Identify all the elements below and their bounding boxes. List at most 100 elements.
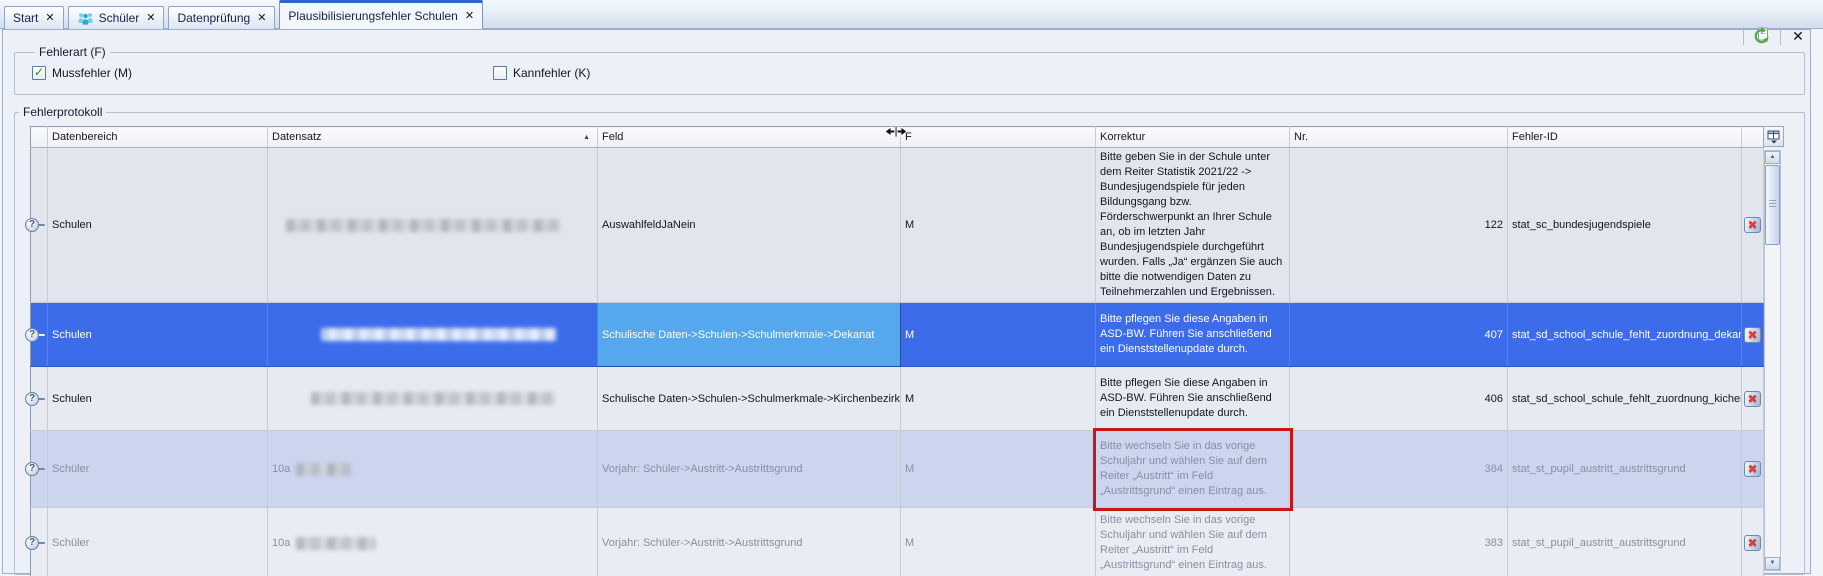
row-selector-button[interactable]: ? [33, 334, 45, 336]
cell-nr[interactable]: 407 [1290, 303, 1508, 367]
cell-fehlerart[interactable]: M [901, 148, 1096, 303]
delete-row-button[interactable]: ✖ [1744, 391, 1761, 407]
header-fehler-id[interactable]: Fehler-ID [1508, 127, 1742, 148]
row-selector[interactable]: ? [31, 367, 48, 431]
close-view-button[interactable]: ✕ [1785, 25, 1811, 47]
cell-fehler-id[interactable]: stat_sd_school_schule_fehlt_zuordnung_ki… [1508, 367, 1742, 431]
delete-cell[interactable]: ✖ [1742, 303, 1764, 367]
delete-cell[interactable]: ✖ [1742, 431, 1764, 508]
delete-row-button[interactable]: ✖ [1744, 327, 1761, 343]
cell-datensatz[interactable]: 10a [268, 431, 598, 508]
delete-cell[interactable]: ✖ [1742, 367, 1764, 431]
cell-korrektur[interactable]: Bitte wechseln Sie in das vorige Schulja… [1096, 508, 1290, 576]
checkbox-kannfehler: ✓ Kannfehler (K) [493, 66, 590, 80]
tab-label: Schüler [99, 11, 140, 25]
row-selector-button[interactable]: ? [33, 224, 45, 226]
row-selector-button[interactable]: ? [33, 468, 45, 470]
redacted-text [286, 219, 561, 232]
cell-datensatz[interactable] [268, 367, 598, 431]
cell-nr[interactable]: 384 [1290, 431, 1508, 508]
tab-close-icon[interactable]: ✕ [465, 11, 474, 22]
checkbox-label[interactable]: Kannfehler (K) [513, 66, 590, 80]
mussfehler-checkbox[interactable]: ✓ [32, 66, 46, 80]
refresh-icon [1752, 26, 1772, 46]
refresh-button[interactable] [1749, 25, 1775, 47]
cell-nr[interactable]: 406 [1290, 367, 1508, 431]
row-selector-button[interactable]: ? [33, 398, 45, 400]
scroll-down-button[interactable]: ▼ [1765, 557, 1780, 570]
cell-datenbereich[interactable]: Schulen [48, 148, 268, 303]
column-chooser-button[interactable] [1763, 126, 1784, 147]
redacted-text [311, 392, 556, 405]
application-window: Start ✕ Schüler ✕ Datenprüfung ✕ Plausib… [0, 0, 1823, 576]
cell-fehler-id[interactable]: stat_st_pupil_austritt_austrittsgrund [1508, 508, 1742, 576]
cell-nr[interactable]: 383 [1290, 508, 1508, 576]
header-f[interactable]: F [901, 127, 1096, 148]
tab-close-icon[interactable]: ✕ [257, 13, 266, 24]
cell-feld[interactable]: Vorjahr: Schüler->Austritt->Austrittsgru… [598, 431, 901, 508]
delete-icon: ✖ [1747, 218, 1757, 232]
kannfehler-checkbox[interactable]: ✓ [493, 66, 507, 80]
row-selector-button[interactable]: ? [33, 542, 45, 544]
cell-fehler-id[interactable]: stat_sc_bundesjugendspiele [1508, 148, 1742, 303]
cell-datenbereich[interactable]: Schulen [48, 303, 268, 367]
tab-label: Start [13, 11, 38, 25]
cell-datensatz[interactable]: 10a [268, 508, 598, 576]
delete-row-button[interactable]: ✖ [1744, 535, 1761, 551]
redacted-text [296, 463, 351, 476]
cell-datenbereich[interactable]: Schüler [48, 508, 268, 576]
cell-korrektur[interactable]: Bitte geben Sie in der Schule unter dem … [1096, 148, 1290, 303]
header-feld[interactable]: Feld [598, 127, 901, 148]
header-gutter [31, 127, 48, 148]
cell-fehlerart[interactable]: M [901, 431, 1096, 508]
delete-cell[interactable]: ✖ [1742, 508, 1764, 576]
row-selector[interactable]: ? [31, 431, 48, 508]
row-selector[interactable]: ? [31, 303, 48, 367]
cell-korrektur[interactable]: Bitte pflegen Sie diese Angaben in ASD-B… [1096, 303, 1290, 367]
cell-korrektur-annotated[interactable]: Bitte wechseln Sie in das vorige Schulja… [1096, 431, 1290, 508]
tab-start[interactable]: Start ✕ [4, 6, 64, 29]
delete-row-button[interactable]: ✖ [1744, 461, 1761, 477]
help-icon: ? [25, 328, 39, 342]
redacted-text [321, 328, 556, 341]
tab-schueler[interactable]: Schüler ✕ [68, 6, 165, 29]
tab-close-icon[interactable]: ✕ [45, 13, 54, 24]
header-nr[interactable]: Nr. [1290, 127, 1508, 148]
delete-cell[interactable]: ✖ [1742, 148, 1764, 303]
cell-feld-focused[interactable]: Schulische Daten->Schulen->Schulmerkmale… [598, 303, 901, 367]
cell-feld[interactable]: Schulische Daten->Schulen->Schulmerkmale… [598, 367, 901, 431]
cell-fehlerart[interactable]: M [901, 508, 1096, 576]
scrollbar-thumb[interactable] [1765, 165, 1780, 245]
cell-fehler-id[interactable]: stat_sd_school_schule_fehlt_zuordnung_de… [1508, 303, 1742, 367]
delete-row-button[interactable]: ✖ [1744, 217, 1761, 233]
header-korrektur[interactable]: Korrektur [1096, 127, 1290, 148]
cell-datenbereich[interactable]: Schüler [48, 431, 268, 508]
header-datensatz[interactable]: Datensatz▲ [268, 127, 598, 148]
checkbox-label[interactable]: Mussfehler (M) [52, 66, 132, 80]
cell-korrektur[interactable]: Bitte pflegen Sie diese Angaben in ASD-B… [1096, 367, 1290, 431]
tab-datenpruefung[interactable]: Datenprüfung ✕ [168, 6, 275, 29]
sort-ascending-icon: ▲ [583, 134, 590, 141]
row-selector[interactable]: ? [31, 148, 48, 303]
cell-feld[interactable]: Vorjahr: Schüler->Austritt->Austrittsgru… [598, 508, 901, 576]
table-row: ? Schulen AuswahlfeldJaNein M Bitte gebe… [31, 148, 1764, 303]
cell-fehlerart[interactable]: M [901, 367, 1096, 431]
cell-datensatz[interactable] [268, 303, 598, 367]
cell-feld[interactable]: AuswahlfeldJaNein [598, 148, 901, 303]
vertical-scrollbar[interactable]: ▲ ▼ [1764, 150, 1781, 571]
redacted-text [296, 537, 376, 550]
cell-fehlerart[interactable]: M [901, 303, 1096, 367]
help-icon: ? [25, 392, 39, 406]
tab-close-icon[interactable]: ✕ [146, 13, 155, 24]
scroll-up-button[interactable]: ▲ [1765, 151, 1780, 164]
header-datenbereich[interactable]: Datenbereich [48, 127, 268, 148]
cell-fehler-id[interactable]: stat_st_pupil_austritt_austrittsgrund [1508, 431, 1742, 508]
column-chooser-icon [1767, 130, 1781, 144]
close-icon: ✕ [1792, 28, 1804, 45]
row-selector[interactable]: ? [31, 508, 48, 576]
cell-datensatz[interactable] [268, 148, 598, 303]
cell-nr[interactable]: 122 [1290, 148, 1508, 303]
horizontal-resize-cursor [884, 124, 908, 144]
tab-plausibilisierungsfehler-schulen[interactable]: Plausibilisierungsfehler Schulen ✕ [279, 0, 483, 29]
cell-datenbereich[interactable]: Schulen [48, 367, 268, 431]
